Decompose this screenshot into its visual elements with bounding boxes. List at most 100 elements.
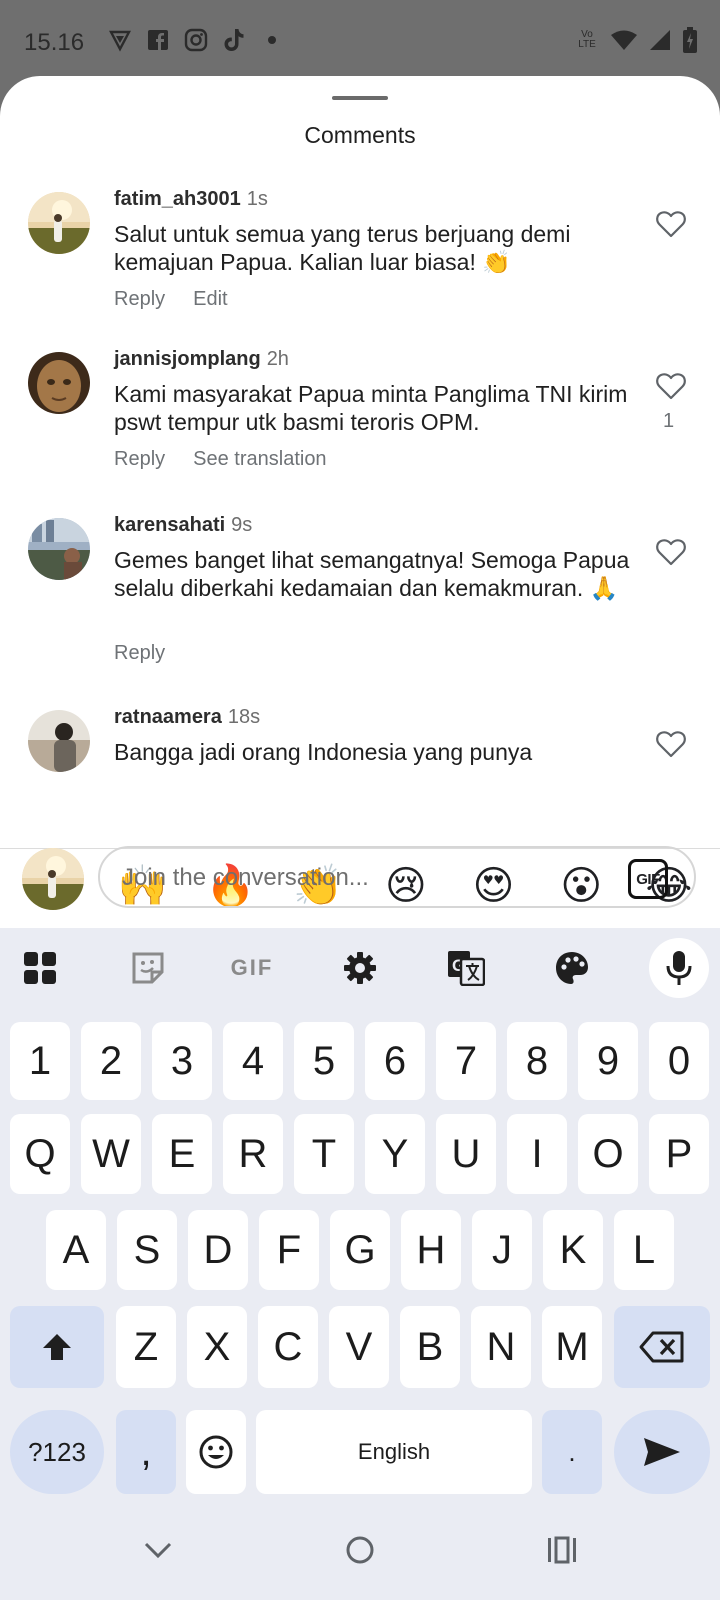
dot-icon [260, 28, 284, 52]
key-t[interactable]: T [294, 1114, 354, 1194]
key-l[interactable]: L [614, 1210, 674, 1290]
comment-text: Bangga jadi orang Indonesia yang punya [114, 739, 533, 765]
key-x[interactable]: X [187, 1306, 247, 1388]
mic-icon[interactable] [649, 938, 709, 998]
comma-key[interactable]: , [116, 1410, 176, 1494]
keyboard-toolbar: GIF G [0, 936, 720, 1000]
comment-text: Salut untuk semua yang terus berjuang de… [114, 221, 571, 275]
heart-icon[interactable] [656, 730, 686, 760]
comment-input-box[interactable]: GIF [98, 846, 696, 908]
reply-button[interactable]: Reply [114, 448, 165, 471]
gif-icon[interactable]: GIF [220, 936, 284, 1000]
heart-icon[interactable] [656, 372, 686, 402]
key-s[interactable]: S [117, 1210, 177, 1290]
comment-username[interactable]: ratnaamera [114, 706, 222, 728]
see-translation-button[interactable]: See translation [193, 448, 326, 471]
key-3[interactable]: 3 [152, 1022, 212, 1100]
comment-time: 2h [266, 348, 289, 370]
status-time: 15.16 [24, 29, 85, 56]
key-m[interactable]: M [542, 1306, 602, 1388]
key-g[interactable]: G [330, 1210, 390, 1290]
key-n[interactable]: N [471, 1306, 531, 1388]
settings-gear-icon[interactable] [328, 936, 392, 1000]
key-q[interactable]: Q [10, 1114, 70, 1194]
sheet-title: Comments [304, 122, 416, 148]
key-1[interactable]: 1 [10, 1022, 70, 1100]
key-6[interactable]: 6 [365, 1022, 425, 1100]
key-c[interactable]: C [258, 1306, 318, 1388]
send-arrow-icon [644, 1438, 680, 1466]
key-e[interactable]: E [152, 1114, 212, 1194]
back-chevron-icon[interactable] [138, 1530, 178, 1570]
key-f[interactable]: F [259, 1210, 319, 1290]
sheet-drag-handle[interactable] [332, 96, 388, 100]
key-9[interactable]: 9 [578, 1022, 638, 1100]
comment-time: 9s [231, 514, 253, 536]
key-8[interactable]: 8 [507, 1022, 567, 1100]
facebook-icon [146, 28, 170, 52]
avatar[interactable] [28, 352, 90, 414]
like-count: 1 [663, 410, 675, 432]
translate-icon[interactable]: G [434, 936, 498, 1000]
key-p[interactable]: P [649, 1114, 709, 1194]
key-4[interactable]: 4 [223, 1022, 283, 1100]
backspace-icon [639, 1331, 684, 1363]
key-a[interactable]: A [46, 1210, 106, 1290]
key-7[interactable]: 7 [436, 1022, 496, 1100]
reply-button[interactable]: Reply [114, 288, 165, 311]
reply-button[interactable]: Reply [114, 642, 165, 665]
key-v[interactable]: V [329, 1306, 389, 1388]
vpn-shield-icon [108, 28, 132, 52]
key-u[interactable]: U [436, 1114, 496, 1194]
palette-icon[interactable] [540, 936, 604, 1000]
send-key[interactable] [614, 1410, 710, 1494]
recents-icon[interactable] [542, 1530, 582, 1570]
key-b[interactable]: B [400, 1306, 460, 1388]
key-d[interactable]: D [188, 1210, 248, 1290]
period-key[interactable]: . [542, 1410, 602, 1494]
comment-input[interactable] [122, 860, 602, 896]
key-i[interactable]: I [507, 1114, 567, 1194]
key-y[interactable]: Y [365, 1114, 425, 1194]
gif-button[interactable]: GIF [628, 859, 668, 899]
comment-username[interactable]: karensahati [114, 514, 225, 536]
comment-username[interactable]: fatim_ah3001 [114, 188, 241, 210]
heart-icon[interactable] [656, 210, 686, 240]
comments-list[interactable]: fatim_ah3001 1s Salut untuk semua yang te… [0, 180, 720, 848]
keyboard: GIF G 1234567890QWERTYUIOPASDFGHJKLZXCVB… [0, 928, 720, 1600]
tiktok-icon [222, 28, 246, 52]
backspace-key[interactable] [614, 1306, 710, 1388]
navigation-bar [0, 1530, 720, 1600]
key-r[interactable]: R [223, 1114, 283, 1194]
comment-time: 1s [246, 188, 268, 210]
avatar[interactable] [28, 710, 90, 772]
key-z[interactable]: Z [116, 1306, 176, 1388]
symbols-key[interactable]: ?123 [10, 1410, 104, 1494]
battery-icon [682, 27, 698, 53]
key-o[interactable]: O [578, 1114, 638, 1194]
avatar[interactable] [28, 192, 90, 254]
home-circle-icon[interactable] [340, 1530, 380, 1570]
key-w[interactable]: W [81, 1114, 141, 1194]
status-bar: 15.16 Vo LTE [0, 0, 720, 80]
shift-arrow-icon [43, 1334, 71, 1360]
emoji-key[interactable] [186, 1410, 246, 1494]
comment-time: 18s [227, 706, 261, 728]
key-0[interactable]: 0 [649, 1022, 709, 1100]
shift-key[interactable] [10, 1306, 104, 1388]
key-k[interactable]: K [543, 1210, 603, 1290]
key-2[interactable]: 2 [81, 1022, 141, 1100]
avatar[interactable] [28, 518, 90, 580]
volte-icon: Vo LTE [578, 29, 596, 50]
space-key[interactable]: English [256, 1410, 532, 1494]
comment-text: Gemes banget lihat semangatnya! Semoga P… [114, 547, 630, 601]
wifi-icon [610, 28, 638, 52]
edit-button[interactable]: Edit [193, 288, 227, 311]
sticker-icon[interactable] [116, 936, 180, 1000]
key-j[interactable]: J [472, 1210, 532, 1290]
key-h[interactable]: H [401, 1210, 461, 1290]
apps-grid-icon[interactable] [8, 936, 72, 1000]
comment-username[interactable]: jannisjomplang [114, 348, 261, 370]
heart-icon[interactable] [656, 538, 686, 568]
key-5[interactable]: 5 [294, 1022, 354, 1100]
